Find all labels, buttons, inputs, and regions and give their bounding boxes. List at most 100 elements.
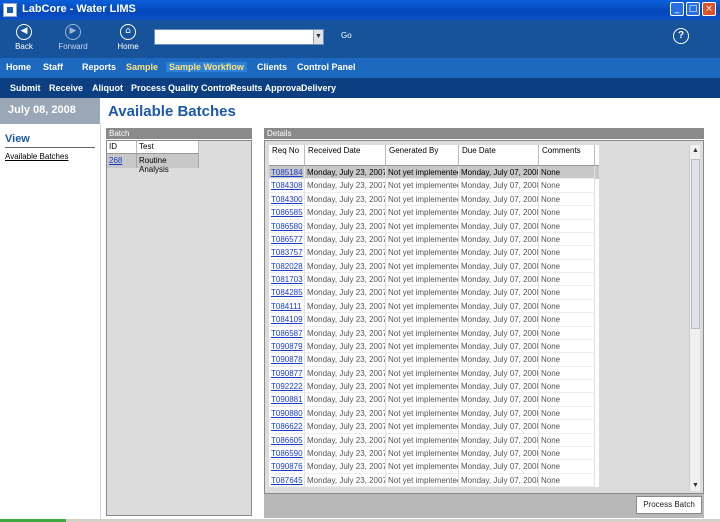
req-no-link[interactable]: T090877 [269, 366, 305, 380]
batch-row[interactable]: 268 Routine Analysis [107, 154, 199, 174]
req-no-link[interactable]: T090879 [269, 339, 305, 354]
back-button[interactable]: ◀ Back [4, 24, 44, 51]
column-header-test[interactable]: Test [137, 141, 199, 153]
maximize-icon[interactable]: □ [686, 2, 700, 16]
req-no-link[interactable]: T084300 [269, 192, 305, 207]
table-row[interactable]: T085184 Monday, July 23, 2007 Not yet impl… [269, 166, 599, 180]
table-row[interactable]: T082028 Monday, July 23, 2007 Not yet impl… [269, 259, 599, 273]
table-row[interactable]: T086587 Monday, July 23, 2007 Not yet impl… [269, 326, 599, 340]
table-row[interactable]: T084285 Monday, July 23, 2007 Not yet impl… [269, 286, 599, 300]
req-no-link[interactable]: T090878 [269, 353, 305, 367]
column-header-due-date[interactable]: Due Date [459, 145, 539, 165]
column-header-id[interactable]: ID [107, 141, 137, 153]
help-icon[interactable]: ? [673, 28, 689, 44]
req-no-link[interactable]: T086587 [269, 326, 305, 340]
comments: None [539, 313, 595, 327]
nav-home[interactable]: Home [6, 62, 31, 72]
nav-sample[interactable]: Sample [126, 62, 158, 72]
nav-sample-workflow[interactable]: Sample Workflow [166, 62, 247, 72]
req-no-link[interactable]: T090880 [269, 406, 305, 421]
req-no-link[interactable]: T082028 [269, 259, 305, 273]
table-row[interactable]: T081703 Monday, July 23, 2007 Not yet impl… [269, 273, 599, 287]
scroll-up-icon[interactable]: ▲ [690, 145, 701, 156]
title-bar: LabCore - Water LIMS _ □ × [0, 0, 720, 20]
due-date: Monday, July 07, 2008 [459, 326, 539, 340]
table-row[interactable]: T090878 Monday, July 23, 2007 Not yet impl… [269, 353, 599, 367]
req-no-link[interactable]: T086577 [269, 232, 305, 247]
table-row[interactable]: T087645 Monday, July 23, 2007 Not yet impl… [269, 473, 599, 487]
req-no-link[interactable]: T086580 [269, 219, 305, 233]
table-row[interactable]: T086580 Monday, July 23, 2007 Not yet impl… [269, 219, 599, 233]
subnav-receive[interactable]: Receive [49, 83, 83, 93]
subnav-process[interactable]: Process [131, 83, 166, 93]
req-no-link[interactable]: T084109 [269, 313, 305, 327]
forward-button[interactable]: ▶ Forward [53, 24, 93, 51]
subnav-delivery[interactable]: Delivery [301, 83, 336, 93]
comments: None [539, 286, 595, 300]
comments: None [539, 273, 595, 287]
go-button[interactable]: Go [341, 31, 352, 40]
req-no-link[interactable]: T090881 [269, 393, 305, 407]
table-row[interactable]: T086622 Monday, July 23, 2007 Not yet impl… [269, 420, 599, 434]
nav-staff[interactable]: Staff [43, 62, 63, 72]
subnav-results-approval[interactable]: Results Approval [230, 83, 304, 93]
received-date: Monday, July 23, 2007 [305, 460, 386, 474]
column-header-generated-by[interactable]: Generated By [386, 145, 459, 165]
req-no-link[interactable]: T092222 [269, 380, 305, 394]
table-row[interactable]: T086577 Monday, July 23, 2007 Not yet impl… [269, 232, 599, 247]
nav-clients[interactable]: Clients [257, 62, 287, 72]
address-input[interactable]: ▼ [154, 29, 324, 45]
received-date: Monday, July 23, 2007 [305, 393, 386, 407]
table-row[interactable]: T086590 Monday, July 23, 2007 Not yet impl… [269, 446, 599, 461]
scroll-thumb[interactable] [691, 159, 700, 329]
forward-arrow-icon: ▶ [65, 24, 81, 40]
table-row[interactable]: T090880 Monday, July 23, 2007 Not yet impl… [269, 406, 599, 421]
scroll-down-icon[interactable]: ▼ [690, 480, 701, 491]
req-no-link[interactable]: T086605 [269, 433, 305, 447]
received-date: Monday, July 23, 2007 [305, 313, 386, 327]
column-header-req-no[interactable]: Req No [269, 145, 305, 165]
req-no-link[interactable]: T090876 [269, 460, 305, 474]
column-header-received-date[interactable]: Received Date [305, 145, 386, 165]
minimize-icon[interactable]: _ [670, 2, 684, 16]
table-row[interactable]: T090877 Monday, July 23, 2007 Not yet impl… [269, 366, 599, 380]
req-no-link[interactable]: T086585 [269, 206, 305, 220]
subnav-submit[interactable]: Submit [10, 83, 41, 93]
req-no-link[interactable]: T083757 [269, 246, 305, 260]
process-batch-button[interactable]: Process Batch [636, 496, 702, 514]
table-row[interactable]: T086605 Monday, July 23, 2007 Not yet impl… [269, 433, 599, 447]
nav-reports[interactable]: Reports [82, 62, 116, 72]
req-no-link[interactable]: T084111 [269, 299, 305, 314]
table-row[interactable]: T084308 Monday, July 23, 2007 Not yet impl… [269, 179, 599, 193]
generated-by: Not yet implemented [386, 353, 459, 367]
table-row[interactable]: T084111 Monday, July 23, 2007 Not yet impl… [269, 299, 599, 314]
req-no-link[interactable]: T084285 [269, 286, 305, 300]
close-icon[interactable]: × [702, 2, 716, 16]
subnav-aliquot[interactable]: Aliquot [92, 83, 123, 93]
received-date: Monday, July 23, 2007 [305, 179, 386, 193]
req-no-link[interactable]: T084308 [269, 179, 305, 193]
column-header-comments[interactable]: Comments [539, 145, 595, 165]
table-row[interactable]: T083757 Monday, July 23, 2007 Not yet impl… [269, 246, 599, 260]
home-label: Home [117, 42, 139, 51]
table-row[interactable]: T090876 Monday, July 23, 2007 Not yet impl… [269, 460, 599, 474]
table-row[interactable]: T090879 Monday, July 23, 2007 Not yet impl… [269, 339, 599, 354]
home-button[interactable]: ⌂ Home [108, 24, 148, 51]
req-no-link[interactable]: T086622 [269, 420, 305, 434]
table-row[interactable]: T086585 Monday, July 23, 2007 Not yet impl… [269, 206, 599, 220]
table-row[interactable]: T092222 Monday, July 23, 2007 Not yet impl… [269, 380, 599, 394]
req-no-link[interactable]: T086590 [269, 446, 305, 461]
req-no-link[interactable]: T087645 [269, 473, 305, 487]
vertical-scrollbar[interactable]: ▲ ▼ [689, 145, 700, 491]
nav-control-panel[interactable]: Control Panel [297, 62, 356, 72]
available-batches-link[interactable]: Available Batches [5, 152, 68, 161]
table-row[interactable]: T084109 Monday, July 23, 2007 Not yet impl… [269, 313, 599, 327]
req-no-link[interactable]: T081703 [269, 273, 305, 287]
comments: None [539, 446, 595, 461]
req-no-link[interactable]: T085184 [269, 166, 305, 180]
table-row[interactable]: T090881 Monday, July 23, 2007 Not yet impl… [269, 393, 599, 407]
table-row[interactable]: T084300 Monday, July 23, 2007 Not yet impl… [269, 192, 599, 207]
batch-id-link[interactable]: 268 [107, 154, 137, 168]
subnav-quality-control[interactable]: Quality Control [168, 83, 233, 93]
chevron-down-icon[interactable]: ▼ [313, 30, 323, 44]
